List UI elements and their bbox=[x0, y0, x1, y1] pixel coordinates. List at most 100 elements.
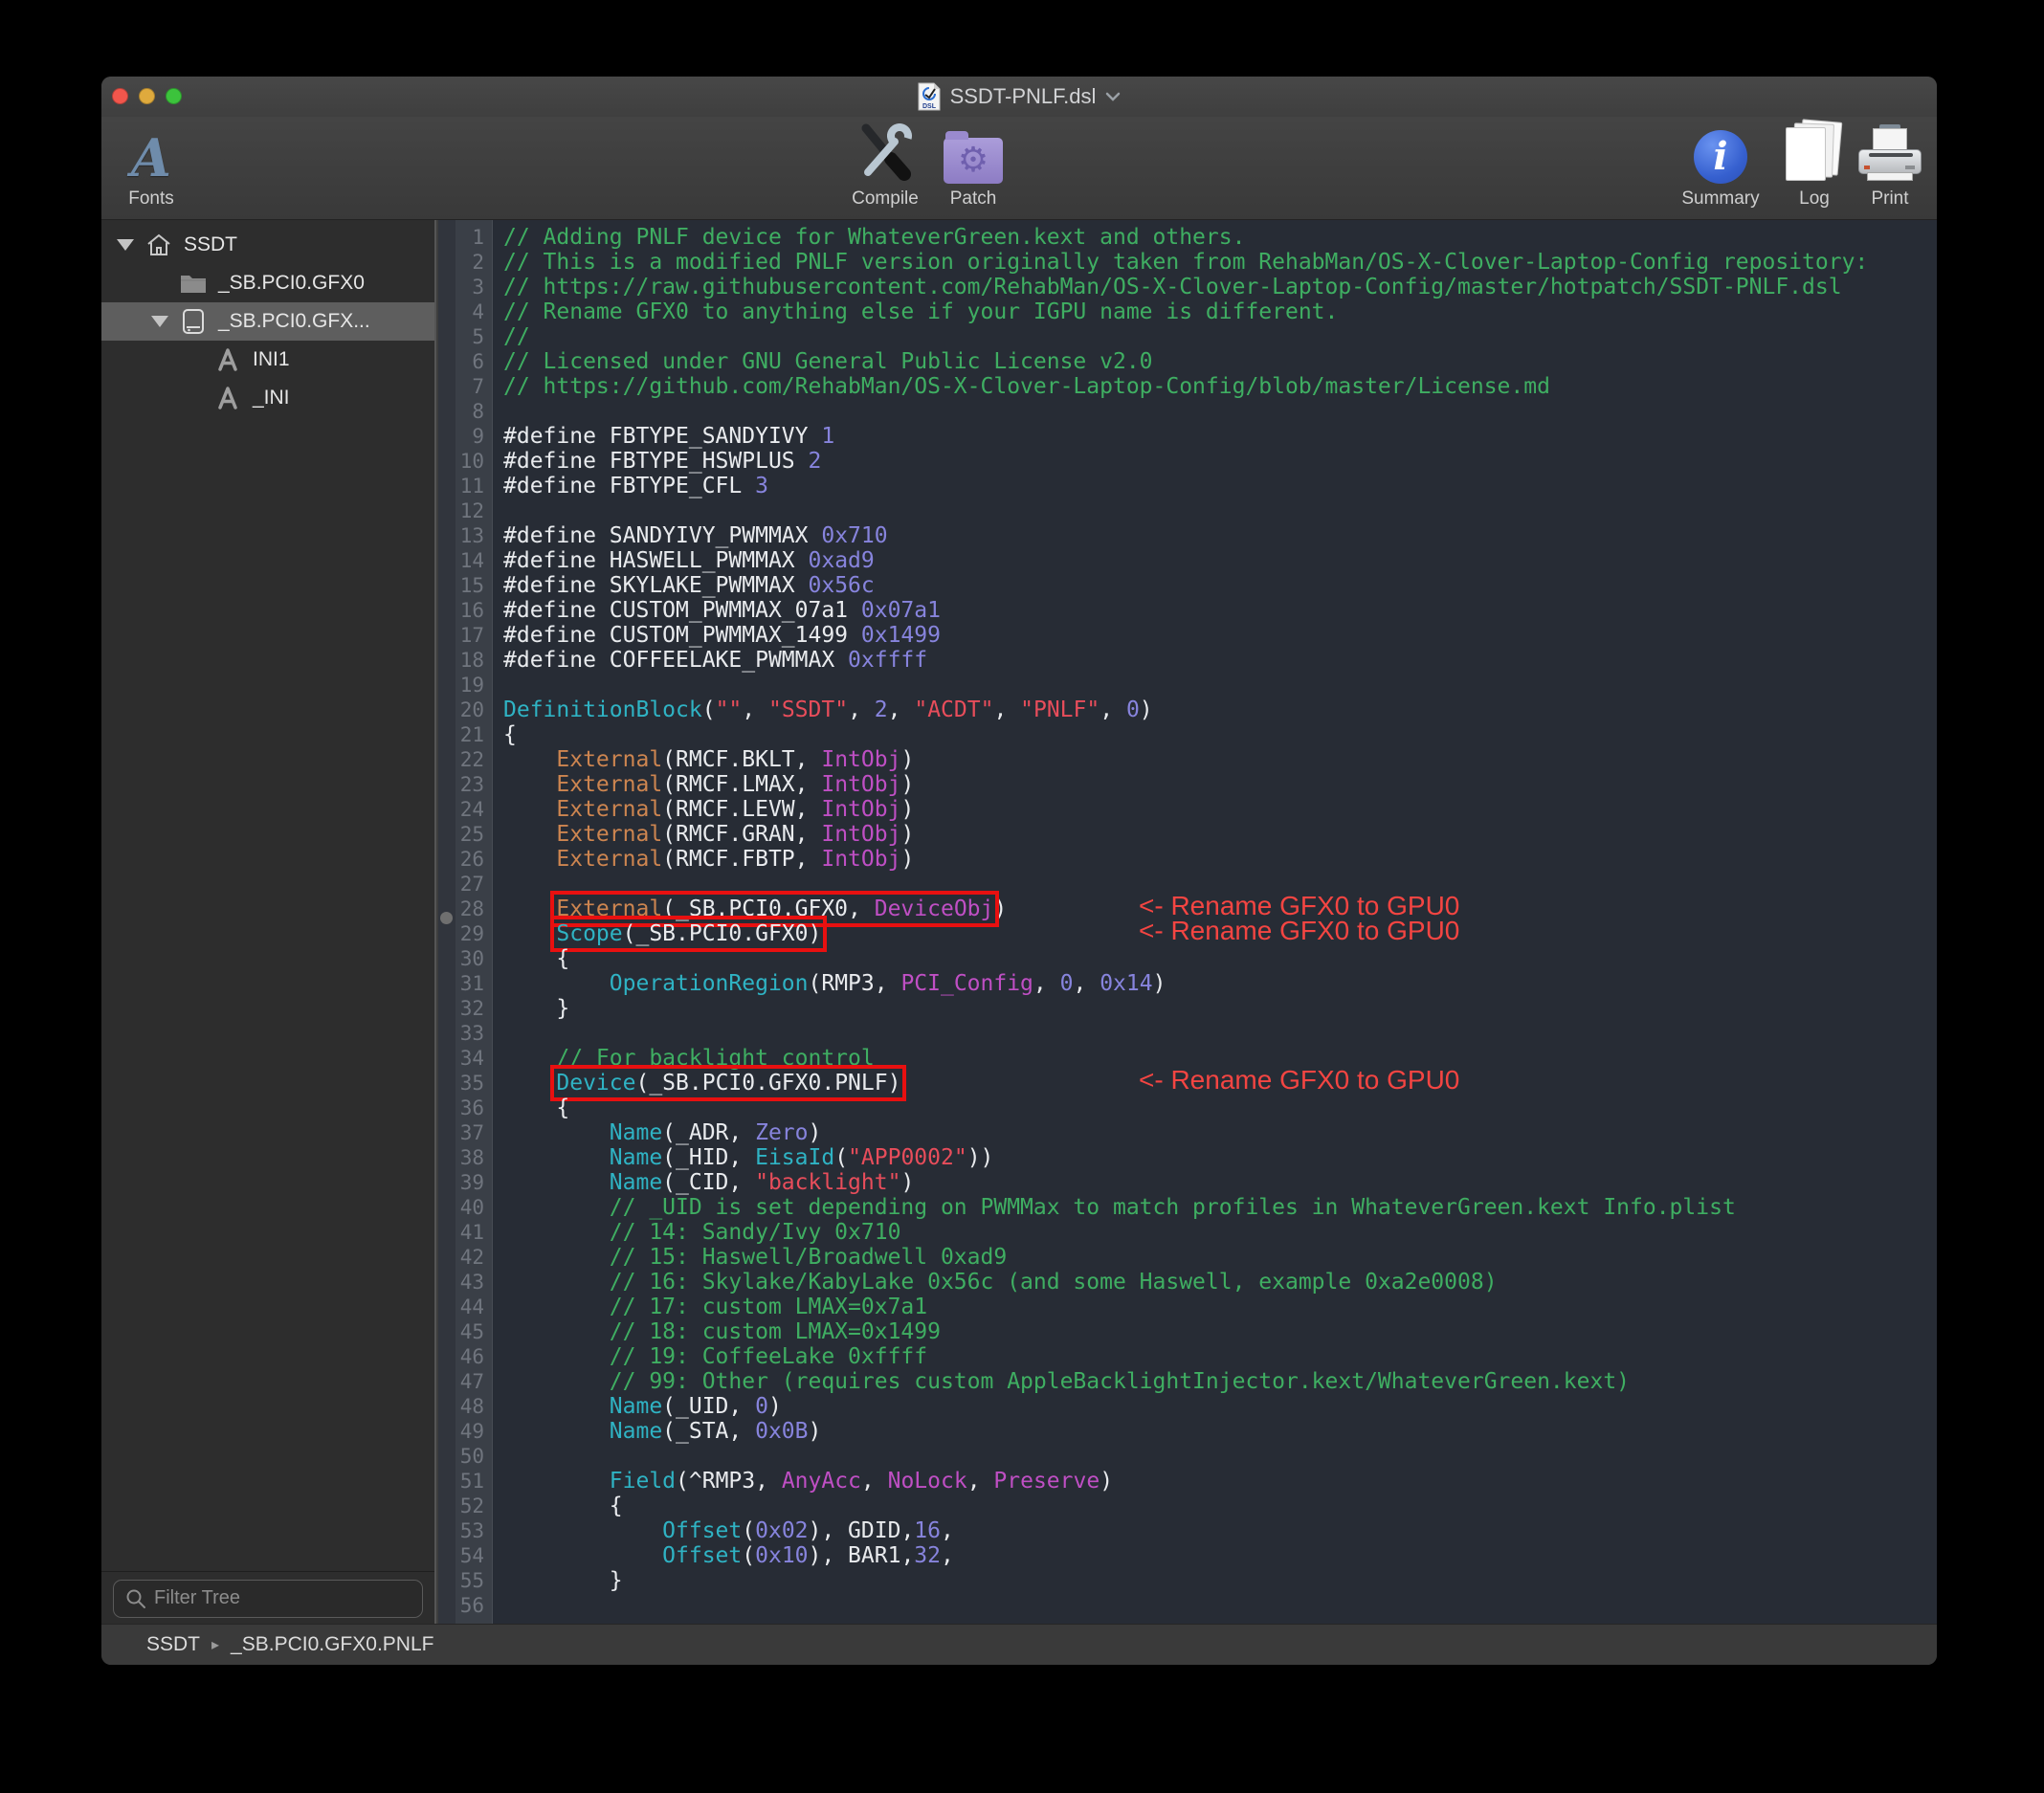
code-text: // 19: CoffeeLake 0xffff bbox=[503, 1344, 927, 1369]
code-token: ) bbox=[809, 1419, 822, 1444]
sidebar-item-label: SSDT bbox=[184, 233, 237, 256]
code-token: #define COFFEELAKE_PWMMAX bbox=[503, 648, 848, 673]
code-line-24: 24 External(RMCF.LEVW, IntObj) bbox=[438, 797, 1937, 822]
code-token: , bbox=[742, 697, 768, 722]
sidebar-item-ini1[interactable]: INI1 bbox=[101, 341, 434, 379]
device-icon bbox=[177, 307, 210, 336]
code-line-12: 12 bbox=[438, 498, 1937, 523]
print-button[interactable]: Print bbox=[1818, 119, 1937, 210]
fonts-button[interactable]: A Fonts bbox=[101, 119, 223, 210]
line-number: 24 bbox=[438, 797, 492, 822]
line-number: 50 bbox=[438, 1444, 492, 1469]
code-token: // 18: custom LMAX=0x1499 bbox=[503, 1319, 941, 1344]
code-token: { bbox=[503, 1494, 623, 1518]
close-button[interactable] bbox=[112, 88, 128, 104]
code-token: "SSDT" bbox=[768, 697, 848, 722]
code-line-23: 23 External(RMCF.LMAX, IntObj) bbox=[438, 772, 1937, 797]
code-line-45: 45 // 18: custom LMAX=0x1499 bbox=[438, 1319, 1937, 1344]
line-number: 45 bbox=[438, 1319, 492, 1344]
code-token: ) bbox=[900, 1170, 914, 1195]
code-token: Offset bbox=[662, 1518, 742, 1543]
sidebar-item-ssdt[interactable]: SSDT bbox=[101, 226, 434, 264]
code-token: )) bbox=[967, 1145, 994, 1170]
code-token: "ACDT" bbox=[914, 697, 993, 722]
code-line-43: 43 // 16: Skylake/KabyLake 0x56c (and so… bbox=[438, 1270, 1937, 1295]
line-number: 11 bbox=[438, 474, 492, 498]
code-text: #define COFFEELAKE_PWMMAX 0xffff bbox=[503, 648, 927, 673]
disclosure-triangle-icon[interactable] bbox=[151, 316, 168, 327]
method-icon bbox=[211, 385, 244, 411]
line-number: 43 bbox=[438, 1270, 492, 1295]
code-token: Name bbox=[610, 1394, 662, 1419]
code-line-51: 51 Field(^RMP3, AnyAcc, NoLock, Preserve… bbox=[438, 1469, 1937, 1494]
code-token: ), BAR1, bbox=[809, 1543, 915, 1568]
code-token: AnyAcc bbox=[782, 1469, 861, 1494]
code-editor[interactable]: 1// Adding PNLF device for WhateverGreen… bbox=[438, 220, 1937, 1625]
code-token: ) bbox=[809, 1120, 822, 1145]
code-line-17: 17#define CUSTOM_PWMMAX_1499 0x1499 bbox=[438, 623, 1937, 648]
code-token: #define HASWELL_PWMMAX bbox=[503, 548, 809, 573]
code-token: } bbox=[503, 1568, 623, 1593]
code-token: , bbox=[1100, 697, 1126, 722]
line-number: 21 bbox=[438, 722, 492, 747]
code-token: "APP0002" bbox=[848, 1145, 967, 1170]
code-line-38: 38 Name(_HID, EisaId("APP0002")) bbox=[438, 1145, 1937, 1170]
code-line-44: 44 // 17: custom LMAX=0x7a1 bbox=[438, 1295, 1937, 1319]
filter-tree-input[interactable] bbox=[113, 1580, 423, 1618]
patch-button[interactable]: ⚙ Patch bbox=[901, 119, 1045, 210]
line-number: 25 bbox=[438, 822, 492, 847]
code-token bbox=[503, 1543, 662, 1568]
line-number: 23 bbox=[438, 772, 492, 797]
line-number: 37 bbox=[438, 1120, 492, 1145]
line-number: 51 bbox=[438, 1469, 492, 1494]
title-bar[interactable]: DSL SSDT-PNLF.dsl bbox=[101, 77, 1937, 117]
sidebar: SSDT _SB.PCI0.GFX0_SB.PCI0.GFX...INI1_INI bbox=[101, 220, 436, 1625]
code-token: Scope bbox=[556, 921, 622, 946]
line-number: 2 bbox=[438, 250, 492, 275]
code-token: // 16: Skylake/KabyLake 0x56c (and some … bbox=[503, 1270, 1498, 1295]
code-line-8: 8 bbox=[438, 399, 1937, 424]
code-token bbox=[503, 822, 556, 847]
code-line-10: 10#define FBTYPE_HSWPLUS 2 bbox=[438, 449, 1937, 474]
code-token bbox=[503, 971, 610, 996]
code-token: (_ADR, bbox=[662, 1120, 755, 1145]
code-token: #define FBTYPE_SANDYIVY bbox=[503, 424, 821, 449]
breadcrumb-path[interactable]: _SB.PCI0.GFX0.PNLF bbox=[231, 1633, 433, 1656]
line-number: 38 bbox=[438, 1145, 492, 1170]
code-line-26: 26 External(RMCF.FBTP, IntObj) bbox=[438, 847, 1937, 872]
line-number: 35 bbox=[438, 1071, 492, 1096]
code-line-42: 42 // 15: Haswell/Broadwell 0xad9 bbox=[438, 1245, 1937, 1270]
code-token: 0 bbox=[1126, 697, 1140, 722]
code-text: // 99: Other (requires custom AppleBackl… bbox=[503, 1369, 1630, 1394]
code-token: 0xad9 bbox=[809, 548, 875, 573]
code-token: , bbox=[848, 697, 875, 722]
code-line-13: 13#define SANDYIVY_PWMMAX 0x710 bbox=[438, 523, 1937, 548]
sidebar-item-ini[interactable]: _INI bbox=[101, 379, 434, 417]
code-text: { bbox=[503, 1096, 569, 1120]
code-text: #define FBTYPE_SANDYIVY 1 bbox=[503, 424, 834, 449]
code-text: Offset(0x02), GDID,16, bbox=[503, 1518, 954, 1543]
code-token bbox=[503, 1170, 610, 1195]
sidebar-item-sb-pci0-gfx0[interactable]: _SB.PCI0.GFX0 bbox=[101, 264, 434, 302]
breadcrumb-root[interactable]: SSDT bbox=[146, 1633, 200, 1656]
line-number: 27 bbox=[438, 872, 492, 896]
zoom-button[interactable] bbox=[166, 88, 182, 104]
code-token: { bbox=[503, 722, 517, 747]
code-token: 0x56c bbox=[809, 573, 875, 598]
code-line-21: 21 { bbox=[438, 722, 1937, 747]
code-text: // Rename GFX0 to anything else if your … bbox=[503, 299, 1338, 324]
document-proxy-icon[interactable]: DSL bbox=[918, 82, 941, 111]
patch-folder-icon: ⚙ bbox=[944, 138, 1003, 184]
line-number: 30 bbox=[438, 946, 492, 971]
title-chevron-down-icon[interactable] bbox=[1105, 92, 1121, 101]
minimize-button[interactable] bbox=[139, 88, 155, 104]
code-token: { bbox=[503, 1096, 569, 1120]
code-line-15: 15#define SKYLAKE_PWMMAX 0x56c bbox=[438, 573, 1937, 598]
line-number: 15 bbox=[438, 573, 492, 598]
sidebar-item-sb-pci0-gfx[interactable]: _SB.PCI0.GFX... bbox=[101, 302, 434, 341]
line-number: 56 bbox=[438, 1593, 492, 1618]
code-token: Offset bbox=[662, 1543, 742, 1568]
code-token: ) bbox=[900, 822, 914, 847]
code-token: , bbox=[888, 697, 915, 722]
disclosure-triangle-icon[interactable] bbox=[117, 239, 134, 251]
